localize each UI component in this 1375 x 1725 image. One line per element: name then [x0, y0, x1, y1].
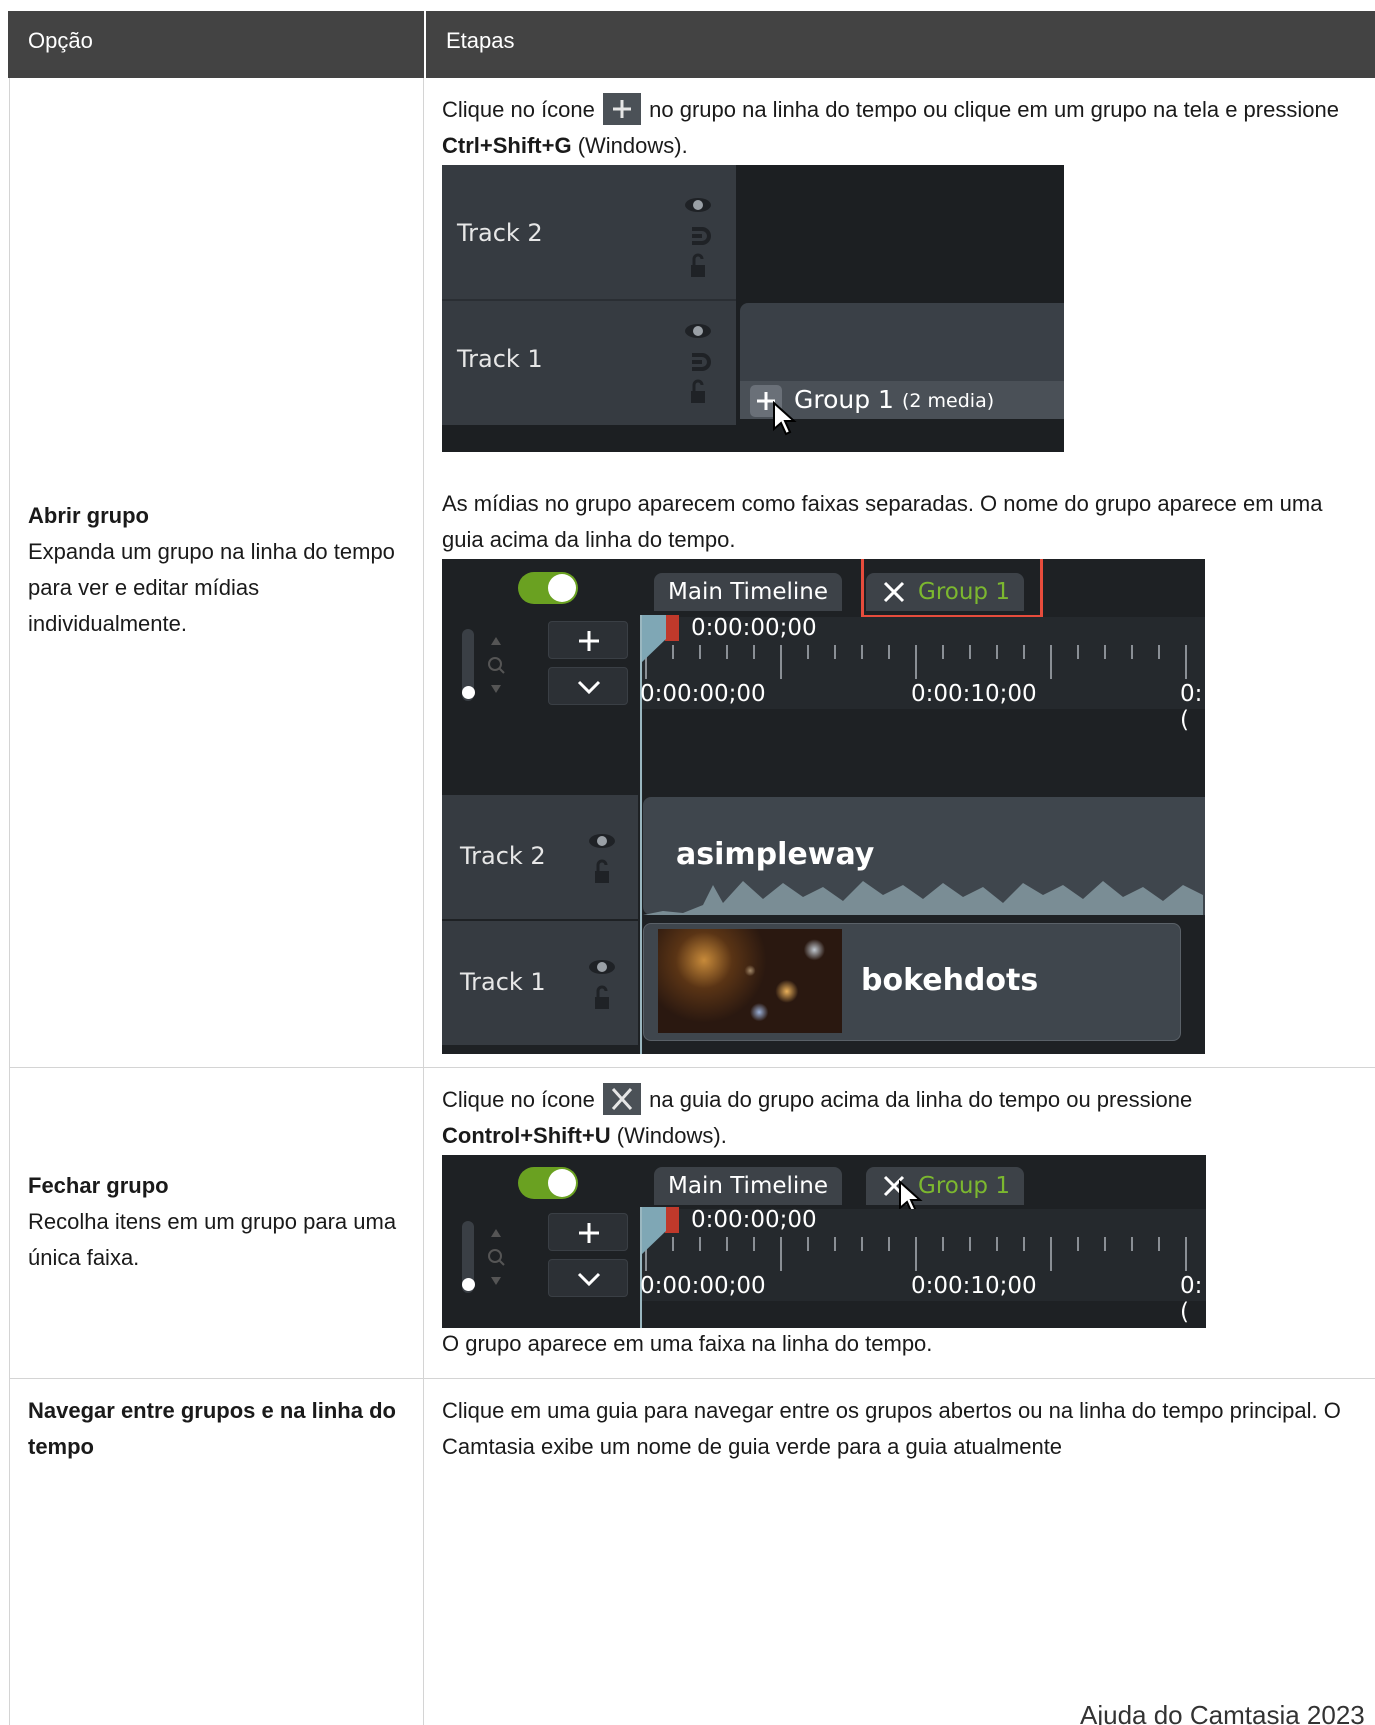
- zoom-handle[interactable]: [462, 1278, 475, 1291]
- tab-main-timeline[interactable]: Main Timeline: [654, 573, 843, 611]
- track-options-button[interactable]: [548, 667, 628, 705]
- track-1-label: Track 1: [460, 968, 546, 996]
- option-title: Navegar entre grupos e na linha do tempo: [28, 1398, 396, 1459]
- clip-name-bokehdots: bokehdots: [861, 963, 1039, 998]
- option-description: Recolha itens em um grupo para uma única…: [28, 1209, 397, 1270]
- toggle-switch[interactable]: [518, 1167, 578, 1199]
- chevron-down-icon: [577, 680, 601, 695]
- track-2-controls-icon: [589, 834, 615, 883]
- header-option: Opção: [28, 28, 93, 53]
- screenshot-expanded-group: Main Timeline Group 1 0:00:00;00 0:00:00…: [442, 559, 1205, 1054]
- close-group-icon: [603, 1083, 642, 1115]
- mouse-cursor-icon: [773, 401, 797, 436]
- table-column-divider: [423, 78, 424, 1725]
- open-group-step-1: Clique no ícone no grupo na linha do tem…: [442, 92, 1362, 164]
- row-close-group-option: Fechar grupo Recolha itens em um grupo p…: [28, 1168, 408, 1276]
- toggle-switch[interactable]: [518, 572, 578, 604]
- screenshot-collapsed-group: Track 2 Track 1 Group 1 (2 media): [442, 165, 1064, 452]
- option-title: Fechar grupo: [28, 1173, 169, 1198]
- step-text: na guia do grupo acima da linha do tempo…: [649, 1087, 1193, 1112]
- track-divider: [442, 299, 736, 301]
- row-divider-2: [9, 1378, 1375, 1379]
- row-open-group-option: Abrir grupo Expanda um grupo na linha do…: [28, 498, 408, 642]
- playhead-line: [640, 1207, 642, 1328]
- tab-main-timeline[interactable]: Main Timeline: [654, 1167, 843, 1205]
- group-tab-highlight: [861, 559, 1043, 618]
- playhead-marker: [641, 615, 666, 663]
- track-2-label: Track 2: [460, 842, 546, 870]
- track-2-label: Track 2: [457, 219, 543, 247]
- track-1-controls-icon: [685, 324, 711, 403]
- group-tab-label: Group 1: [918, 1173, 1010, 1199]
- table-header: Opção Etapas: [8, 11, 1375, 78]
- ruler-label-20: 0:(: [1180, 681, 1203, 733]
- group-name: Group 1: [794, 385, 894, 414]
- step-text: (Windows).: [616, 1123, 727, 1148]
- step-text: no grupo na linha do tempo ou clique em …: [649, 97, 1339, 122]
- audio-waveform: [643, 881, 1203, 915]
- option-description: Expanda um grupo na linha do tempo para …: [28, 539, 395, 636]
- bokeh-thumbnail: [658, 929, 842, 1033]
- navigate-step-1: Clique em uma guia para navegar entre os…: [442, 1398, 1341, 1459]
- group-media-count: (2 media): [902, 390, 995, 412]
- tab-group-1[interactable]: Group 1: [866, 1167, 1024, 1205]
- close-group-step-2: O grupo aparece em uma faixa na linha do…: [442, 1331, 933, 1356]
- clip-name-asimpleway: asimpleway: [676, 837, 875, 872]
- add-track-button[interactable]: [548, 621, 628, 659]
- add-track-button[interactable]: [548, 1213, 628, 1251]
- page-footer: Ajuda do Camtasia 2023: [1080, 1700, 1365, 1725]
- shortcut-key: Ctrl+Shift+G: [442, 133, 572, 158]
- ruler-label-0: 0:00:00;00: [640, 1273, 766, 1299]
- step-text: Clique no ícone: [442, 97, 595, 122]
- zoom-icon: [488, 1229, 505, 1285]
- step-text: (Windows).: [577, 133, 688, 158]
- option-title: Abrir grupo: [28, 503, 149, 528]
- screenshot-close-group-tab: Main Timeline Group 1 0:00:00;00 0:00:00…: [442, 1155, 1206, 1328]
- chevron-down-icon: [577, 1272, 601, 1287]
- row-navigate-option: Navegar entre grupos e na linha do tempo: [28, 1393, 408, 1465]
- open-group-step-2: As mídias no grupo aparecem como faixas …: [442, 491, 1323, 552]
- plus-icon: [579, 1223, 599, 1243]
- playhead-time: 0:00:00;00: [691, 1207, 817, 1233]
- ruler-label-10: 0:00:10;00: [911, 681, 1037, 707]
- table-left-border: [9, 78, 10, 1725]
- ruler-label-20: 0:(: [1180, 1273, 1203, 1325]
- track-1-controls-icon: [589, 960, 615, 1009]
- ruler-ticks: [645, 1237, 1187, 1271]
- zoom-handle[interactable]: [462, 686, 475, 699]
- expand-group-icon: [603, 93, 642, 125]
- ruler-label-0: 0:00:00;00: [640, 681, 766, 707]
- plus-icon: [579, 631, 599, 651]
- row-divider-1: [9, 1067, 1375, 1068]
- track-2-controls-icon: [685, 198, 711, 277]
- header-steps: Etapas: [424, 11, 1375, 78]
- playhead-marker: [641, 1207, 666, 1255]
- ruler-label-10: 0:00:10;00: [911, 1273, 1037, 1299]
- step-text: Clique no ícone: [442, 1087, 595, 1112]
- track-1-label: Track 1: [457, 345, 543, 373]
- zoom-icon: [488, 637, 505, 693]
- ruler-ticks: [645, 645, 1187, 679]
- close-group-step-1: Clique no ícone na guia do grupo acima d…: [442, 1082, 1362, 1154]
- playhead-time: 0:00:00;00: [691, 615, 817, 641]
- track-options-button[interactable]: [548, 1259, 628, 1297]
- shortcut-key: Control+Shift+U: [442, 1123, 611, 1148]
